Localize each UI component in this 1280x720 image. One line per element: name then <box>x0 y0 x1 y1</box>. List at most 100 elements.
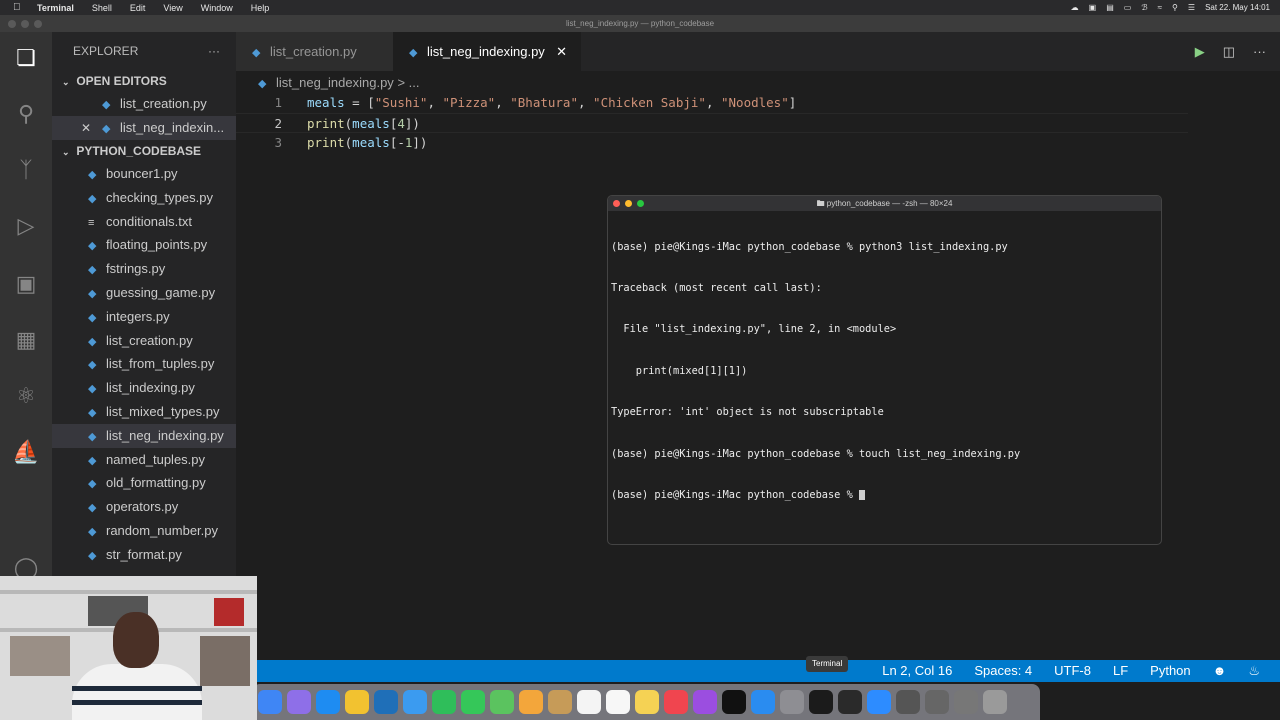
open-editor-item-active[interactable]: ✕ ◆ list_neg_indexin... <box>52 116 236 140</box>
run-icon[interactable]: ▶ <box>1195 32 1205 71</box>
explorer-icon[interactable]: ❏ <box>12 44 40 72</box>
folder-section[interactable]: ⌄ PYTHON_CODEBASE <box>52 140 236 162</box>
file-item[interactable]: ◆ str_format.py <box>52 543 236 567</box>
file-item[interactable]: ◆ bouncer1.py <box>52 162 236 186</box>
menubar-clock[interactable]: Sat 22. May 14:01 <box>1205 3 1270 12</box>
zoom-icon[interactable] <box>867 690 891 714</box>
maps-icon[interactable] <box>490 690 514 714</box>
file-item[interactable]: ◆ operators.py <box>52 495 236 519</box>
facetime-icon[interactable] <box>432 690 456 714</box>
code-line[interactable]: 3 print(meals[-1]) <box>236 133 1188 153</box>
status-language[interactable]: Python <box>1150 660 1190 682</box>
obs-icon[interactable] <box>838 690 862 714</box>
close-window-button[interactable] <box>8 20 16 28</box>
bluetooth-icon[interactable]: ℬ <box>1141 3 1147 12</box>
finder-icon[interactable] <box>258 690 282 714</box>
reminders-icon[interactable] <box>606 690 630 714</box>
code-line-current[interactable]: 2 print(meals[4]) <box>236 113 1188 133</box>
apple-icon[interactable]:  <box>13 2 27 13</box>
calendar-icon[interactable] <box>577 690 601 714</box>
photos-icon[interactable] <box>519 690 543 714</box>
system-preferences-icon[interactable] <box>780 690 804 714</box>
file-item[interactable]: ◆ random_number.py <box>52 519 236 543</box>
tv-icon[interactable] <box>722 690 746 714</box>
terminal-prompt-line[interactable]: (base) pie@Kings-iMac python_codebase % <box>611 489 1158 503</box>
trash-icon[interactable] <box>983 690 1007 714</box>
battery-icon[interactable]: ▭ <box>1124 3 1132 12</box>
podcasts-icon[interactable] <box>693 690 717 714</box>
docker-icon[interactable]: ⛵ <box>12 438 40 466</box>
minimize-window-button[interactable] <box>625 200 632 207</box>
search-icon[interactable]: ⚲ <box>12 100 40 128</box>
source-control-icon[interactable]: ᛉ <box>12 156 40 184</box>
control-center-icon[interactable]: ☰ <box>1188 3 1195 12</box>
python-extension-icon[interactable]: ⚛ <box>12 382 40 410</box>
minimap[interactable] <box>1188 95 1190 580</box>
launchpad-icon[interactable] <box>287 690 311 714</box>
terminal-output[interactable]: (base) pie@Kings-iMac python_codebase % … <box>608 211 1161 532</box>
close-window-button[interactable] <box>613 200 620 207</box>
menu-app-terminal[interactable]: Terminal <box>37 3 74 13</box>
chrome-icon[interactable] <box>345 690 369 714</box>
menu-help[interactable]: Help <box>251 3 270 13</box>
ellipsis-icon[interactable]: ··· <box>1253 32 1266 71</box>
tab-list-creation[interactable]: ◆ list_creation.py <box>236 32 393 71</box>
file-item[interactable]: ◆ integers.py <box>52 305 236 329</box>
music-icon[interactable] <box>664 690 688 714</box>
app-store-icon[interactable] <box>751 690 775 714</box>
menu-window[interactable]: Window <box>201 3 233 13</box>
code-line[interactable]: 1 meals = ["Sushi", "Pizza", "Bhatura", … <box>236 93 1188 113</box>
messages-icon[interactable] <box>461 690 485 714</box>
file-item[interactable]: ◆ list_creation.py <box>52 329 236 353</box>
split-editor-icon[interactable]: ◫ <box>1223 32 1235 71</box>
file-item[interactable]: ◆ floating_points.py <box>52 233 236 257</box>
file-item[interactable]: ◆ fstrings.py <box>52 257 236 281</box>
feedback-icon[interactable]: ☻ <box>1213 660 1227 682</box>
maximize-window-button[interactable] <box>34 20 42 28</box>
notes-icon[interactable] <box>635 690 659 714</box>
window-thumbnail-icon[interactable] <box>954 690 978 714</box>
tab-list-neg-indexing[interactable]: ◆ list_neg_indexing.py ✕ <box>393 32 581 71</box>
file-item[interactable]: ◆ guessing_game.py <box>52 281 236 305</box>
minimize-window-button[interactable] <box>21 20 29 28</box>
status-indentation[interactable]: Spaces: 4 <box>974 660 1032 682</box>
window-icon[interactable]: ▤ <box>1106 3 1114 12</box>
maximize-window-button[interactable] <box>637 200 644 207</box>
file-item[interactable]: ≡ conditionals.txt <box>52 210 236 234</box>
screenshot-thumbnail-icon[interactable] <box>896 690 920 714</box>
file-item[interactable]: ◆ list_mixed_types.py <box>52 400 236 424</box>
file-item[interactable]: ◆ list_indexing.py <box>52 376 236 400</box>
menu-shell[interactable]: Shell <box>92 3 112 13</box>
wifi-icon[interactable]: ≈ <box>1158 3 1162 12</box>
file-item[interactable]: ◆ old_formatting.py <box>52 471 236 495</box>
run-debug-icon[interactable]: ▷ <box>12 212 40 240</box>
ellipsis-icon[interactable]: ··· <box>208 32 220 70</box>
file-item[interactable]: ◆ list_neg_indexing.py <box>52 423 236 448</box>
extensions-icon[interactable]: ▦ <box>12 326 40 354</box>
status-eol[interactable]: LF <box>1113 660 1128 682</box>
open-editors-section[interactable]: ⌄ OPEN EDITORS <box>52 70 236 92</box>
close-icon[interactable]: ✕ <box>556 32 567 71</box>
terminal-window[interactable]: 🖿 python_codebase — -zsh — 80×24 (base) … <box>607 195 1162 545</box>
window-thumbnail-icon[interactable] <box>925 690 949 714</box>
status-encoding[interactable]: UTF-8 <box>1054 660 1091 682</box>
remote-explorer-icon[interactable]: ▣ <box>12 270 40 298</box>
contacts-icon[interactable] <box>548 690 572 714</box>
menu-edit[interactable]: Edit <box>130 3 146 13</box>
open-editor-item[interactable]: ◆ list_creation.py <box>52 92 236 116</box>
safari-icon[interactable] <box>316 690 340 714</box>
status-cursor-position[interactable]: Ln 2, Col 16 <box>882 660 952 682</box>
close-icon[interactable]: ✕ <box>81 116 91 140</box>
breadcrumb-file[interactable]: list_neg_indexing.py <box>276 75 394 90</box>
menu-view[interactable]: View <box>163 3 182 13</box>
vscode-icon[interactable] <box>374 690 398 714</box>
bell-icon[interactable]: ♨ <box>1248 660 1260 682</box>
spotlight-icon[interactable]: ⚲ <box>1172 3 1178 12</box>
terminal-icon[interactable] <box>809 690 833 714</box>
screen-icon[interactable]: ▣ <box>1089 3 1097 12</box>
terminal-titlebar[interactable]: 🖿 python_codebase — -zsh — 80×24 <box>608 196 1161 211</box>
creative-cloud-icon[interactable]: ☁ <box>1071 3 1079 12</box>
file-item[interactable]: ◆ list_from_tuples.py <box>52 352 236 376</box>
file-item[interactable]: ◆ named_tuples.py <box>52 448 236 472</box>
file-item[interactable]: ◆ checking_types.py <box>52 186 236 210</box>
